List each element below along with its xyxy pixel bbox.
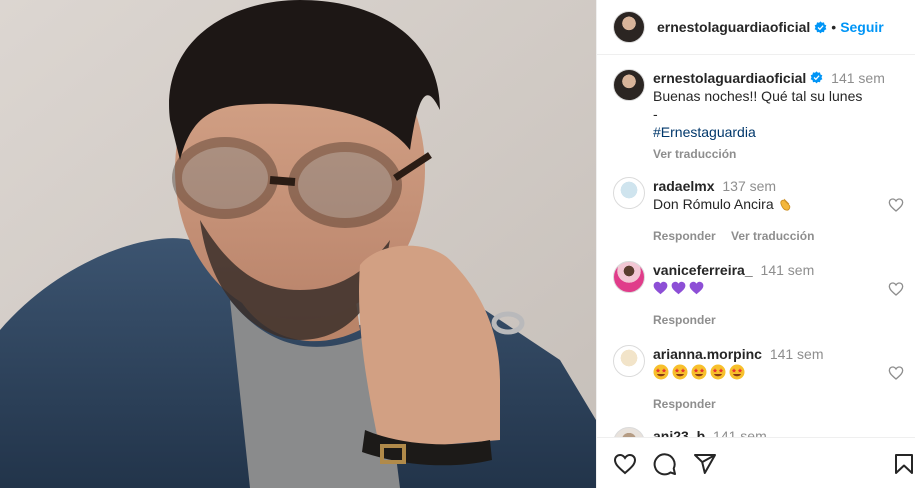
purple-heart-emoji-icon	[653, 281, 668, 295]
comment-item: arianna.morpinc 141 sem Responder	[613, 345, 908, 413]
comment-translate-link[interactable]: Ver traducción	[731, 229, 814, 243]
comment-username[interactable]: ani23_b	[653, 428, 705, 437]
author-username[interactable]: ernestolaguardiaoficial	[657, 19, 810, 35]
caption-time[interactable]: 141 sem	[831, 70, 885, 86]
comment-username[interactable]: radaelmx	[653, 178, 714, 194]
verified-badge-icon	[810, 71, 823, 84]
star-struck-emoji-icon	[691, 364, 707, 380]
comment-emoji-text	[653, 363, 824, 381]
comment-time[interactable]: 141 sem	[761, 262, 815, 278]
clapping-hands-emoji-icon	[779, 198, 790, 211]
purple-heart-emoji-icon	[671, 281, 686, 295]
caption-text-line1: Buenas noches!! Qué tal su lunes	[653, 88, 863, 104]
comment-icon[interactable]	[653, 452, 677, 476]
follow-button[interactable]: Seguir	[840, 19, 884, 35]
caption-avatar[interactable]	[613, 69, 645, 101]
post-actions-bar	[597, 437, 915, 488]
star-struck-emoji-icon	[653, 364, 669, 380]
purple-heart-emoji-icon	[689, 281, 704, 295]
post-image	[0, 0, 596, 488]
reply-button[interactable]: Responder	[653, 397, 716, 411]
share-icon[interactable]	[693, 452, 717, 476]
reply-button[interactable]: Responder	[653, 313, 716, 327]
comments-list[interactable]: ernestolaguardiaoficial 141 sem Buenas n…	[597, 55, 915, 437]
comment-avatar[interactable]	[613, 261, 645, 293]
comment-item: vaniceferreira_ 141 sem Responder	[613, 261, 908, 329]
like-comment-heart-icon[interactable]	[888, 281, 904, 297]
header-separator: •	[831, 19, 837, 35]
comment-item: radaelmx 137 sem Don Rómulo Ancira Respo…	[613, 177, 908, 245]
caption-hashtag[interactable]: #Ernestaguardia	[653, 123, 885, 141]
bookmark-icon[interactable]	[892, 452, 915, 476]
caption-username[interactable]: ernestolaguardiaoficial	[653, 70, 806, 86]
like-comment-heart-icon[interactable]	[888, 365, 904, 381]
comment-avatar[interactable]	[613, 177, 645, 209]
star-struck-emoji-icon	[729, 364, 745, 380]
verified-badge-icon	[814, 20, 827, 33]
star-struck-emoji-icon	[710, 364, 726, 380]
comment-text: Don Rómulo Ancira	[653, 196, 774, 212]
comment-time[interactable]: 141 sem	[713, 428, 767, 437]
reply-button[interactable]: Responder	[653, 229, 716, 243]
comment-time[interactable]: 141 sem	[770, 346, 824, 362]
heart-icon[interactable]	[613, 452, 637, 476]
post-side-panel: ernestolaguardiaoficial • Seguir ernesto…	[596, 0, 915, 488]
comment-item: ani23_b 141 sem	[613, 427, 908, 437]
star-struck-emoji-icon	[672, 364, 688, 380]
comment-username[interactable]: arianna.morpinc	[653, 346, 762, 362]
comment-avatar[interactable]	[613, 345, 645, 377]
caption: ernestolaguardiaoficial 141 sem Buenas n…	[613, 69, 908, 163]
author-avatar[interactable]	[613, 11, 645, 43]
caption-text-line2: -	[653, 106, 658, 122]
comment-time[interactable]: 137 sem	[722, 178, 776, 194]
caption-translate-link[interactable]: Ver traducción	[653, 145, 885, 163]
post-photo[interactable]	[0, 0, 596, 488]
comment-avatar[interactable]	[613, 427, 645, 437]
comment-emoji-text	[653, 279, 814, 297]
comment-username[interactable]: vaniceferreira_	[653, 262, 753, 278]
like-comment-heart-icon[interactable]	[888, 197, 904, 213]
post-header: ernestolaguardiaoficial • Seguir	[597, 0, 915, 55]
